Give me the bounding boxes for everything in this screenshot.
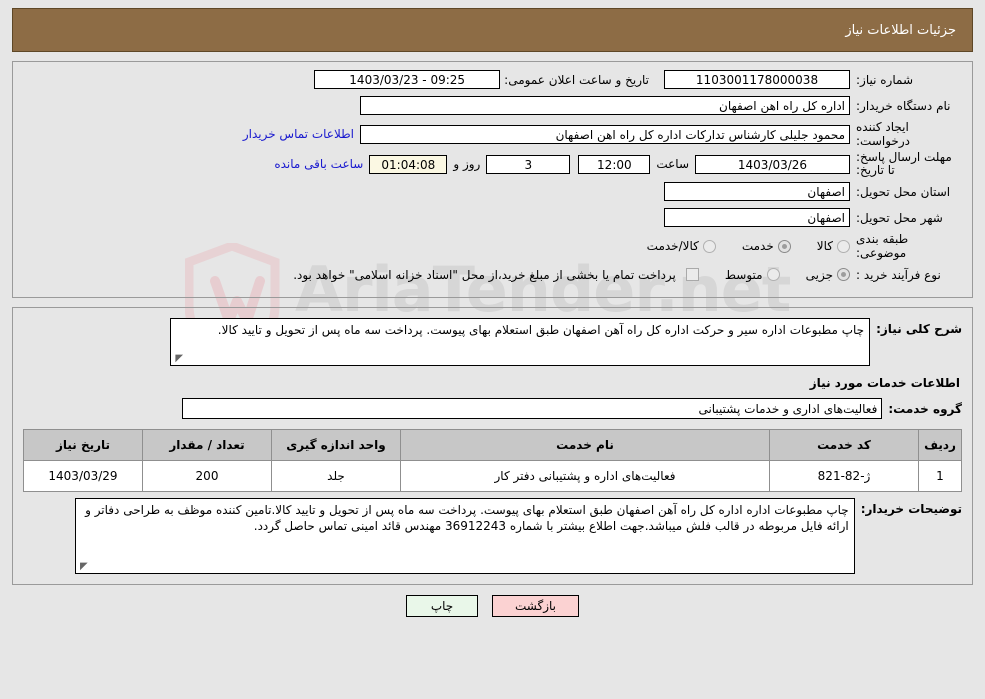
column-header-code: کد خدمت (769, 429, 919, 461)
cell-name: فعالیت‌های اداره و پشتیبانی دفتر کار (400, 460, 770, 492)
page-title: جزئیات اطلاعات نیاز (845, 22, 956, 38)
table-row: 1 ژ-82-821 فعالیت‌های اداره و پشتیبانی د… (23, 460, 962, 492)
cell-code: ژ-82-821 (769, 460, 919, 492)
process-label: نوع فرآیند خرید : (856, 267, 941, 282)
cell-date: 1403/03/29 (23, 460, 143, 492)
treasury-checkbox[interactable] (685, 268, 699, 281)
category-option-khedmat[interactable]: خدمت (742, 239, 791, 253)
column-header-unit: واحد اندازه گیری (271, 429, 401, 461)
city-label: شهر محل تحویل: (856, 210, 943, 225)
row-need-summary: شرح کلی نیاز: چاپ مطبوعات اداره سیر و حر… (23, 318, 962, 366)
row-buyer-org: نام دستگاه خریدار: اداره کل راه اهن اصفه… (23, 94, 962, 117)
column-header-radif: ردیف (918, 429, 962, 461)
buyer-org-value: اداره کل راه اهن اصفهان (360, 96, 850, 115)
row-province: استان محل تحویل: اصفهان (23, 180, 962, 203)
row-need-number: شماره نیاز: 1103001178000038 تاریخ و ساع… (23, 68, 962, 91)
category-label: طبقه بندی موضوعی: (856, 232, 909, 260)
radio-motevaset-icon[interactable] (766, 268, 780, 281)
service-group-label: گروه خدمت: (888, 401, 962, 416)
back-button[interactable]: بازگشت (492, 595, 579, 617)
process-option-jozi-label: جزیی (805, 267, 833, 282)
buyer-notes-value: چاپ مطبوعات اداره اداره کل راه آهن اصفها… (85, 503, 849, 533)
radio-jozi-icon[interactable] (837, 268, 850, 281)
description-panel: شرح کلی نیاز: چاپ مطبوعات اداره سیر و حر… (12, 307, 973, 585)
column-header-qty: تعداد / مقدار (142, 429, 272, 461)
need-summary-value: چاپ مطبوعات اداره سیر و حرکت اداره کل را… (217, 323, 865, 337)
category-option-khedmat-label: خدمت (741, 239, 774, 253)
cell-qty: 200 (142, 460, 272, 492)
need-number-label: شماره نیاز: (856, 72, 913, 87)
row-service-group: گروه خدمت: فعالیت‌های اداری و خدمات پشتی… (23, 398, 962, 419)
need-number-value: 1103001178000038 (664, 70, 850, 89)
announce-value: 09:25 - 1403/03/23 (314, 70, 501, 89)
resize-grip-icon[interactable]: ◤ (78, 562, 88, 572)
treasury-note: پرداخت تمام یا بخشی از مبلغ خرید،از محل … (293, 267, 676, 282)
category-option-kala[interactable]: کالا (817, 239, 850, 253)
radio-khedmat-icon[interactable] (777, 239, 791, 253)
treasury-checkbox-group[interactable]: پرداخت تمام یا بخشی از مبلغ خرید،از محل … (293, 268, 699, 282)
column-header-name: نام خدمت (400, 429, 770, 461)
buyer-notes-label: توضیحات خریدار: (860, 502, 962, 516)
column-header-date: تاریخ نیاز (23, 429, 143, 461)
cell-radif: 1 (918, 460, 962, 492)
province-value: اصفهان (664, 182, 850, 201)
announce-label: تاریخ و ساعت اعلان عمومی: (504, 72, 649, 87)
category-option-kala-khedmat[interactable]: کالا/خدمت (647, 239, 716, 253)
category-option-kala-label: کالا (816, 239, 833, 253)
row-category: طبقه بندی موضوعی: کالا خدمت کالا/خدمت (23, 232, 962, 260)
row-buyer-notes: توضیحات خریدار: چاپ مطبوعات اداره اداره … (23, 498, 962, 574)
services-table: ردیف کد خدمت نام خدمت واحد اندازه گیری ت… (23, 429, 962, 492)
resize-grip-icon[interactable]: ◤ (173, 354, 183, 364)
row-city: شهر محل تحویل: اصفهان (23, 206, 962, 229)
deadline-date-value: 1403/03/26 (695, 154, 850, 174)
services-section-title: اطلاعات خدمات مورد نیاز (809, 376, 960, 390)
remaining-time-value: 01:04:08 (369, 154, 448, 174)
creator-value: محمود جلیلی کارشناس تدارکات اداره کل راه… (360, 124, 850, 144)
service-group-value: فعالیت‌های اداری و خدمات پشتیبانی (182, 398, 883, 419)
buyer-contact-link[interactable]: اطلاعات تماس خریدار (237, 127, 360, 141)
footer-actions: بازگشت چاپ (0, 595, 985, 617)
buyer-org-label: نام دستگاه خریدار: (856, 98, 951, 113)
print-button[interactable]: چاپ (406, 595, 478, 617)
row-process-type: نوع فرآیند خرید : جزیی متوسط پرداخت تمام… (23, 263, 962, 286)
row-creator: ایجاد کننده درخواست: محمود جلیلی کارشناس… (23, 120, 962, 148)
deadline-hour-value: 12:00 (578, 154, 651, 174)
row-deadline: مهلت ارسال پاسخ: تا تاریخ: 1403/03/26 سا… (23, 151, 962, 177)
creator-label: ایجاد کننده درخواست: (856, 120, 910, 148)
radio-kala-icon[interactable] (837, 239, 850, 253)
province-label: استان محل تحویل: (856, 184, 951, 199)
deadline-hour-label: ساعت (656, 157, 689, 171)
page-title-bar: جزئیات اطلاعات نیاز (12, 8, 973, 52)
cell-unit: جلد (271, 460, 401, 492)
need-summary-label: شرح کلی نیاز: (876, 322, 962, 336)
radio-kala-khedmat-icon[interactable] (702, 239, 716, 253)
table-header-row: ردیف کد خدمت نام خدمت واحد اندازه گیری ت… (23, 429, 962, 461)
need-info-panel: شماره نیاز: 1103001178000038 تاریخ و ساع… (12, 61, 973, 298)
days-and-label: روز و (453, 157, 481, 171)
process-option-jozi[interactable]: جزیی (806, 268, 850, 282)
process-option-motevaset-label: متوسط (724, 267, 763, 282)
deadline-label: مهلت ارسال پاسخ: تا تاریخ: (856, 150, 952, 177)
need-summary-textarea[interactable]: چاپ مطبوعات اداره سیر و حرکت اداره کل را… (170, 318, 871, 366)
remaining-days-value: 3 (486, 154, 571, 174)
category-option-kala-khedmat-label: کالا/خدمت (646, 239, 699, 253)
process-option-motevaset[interactable]: متوسط (725, 268, 780, 282)
buyer-notes-textarea[interactable]: چاپ مطبوعات اداره اداره کل راه آهن اصفها… (74, 498, 855, 574)
remaining-time-suffix: ساعت باقی مانده (274, 157, 364, 171)
city-value: اصفهان (664, 208, 850, 227)
